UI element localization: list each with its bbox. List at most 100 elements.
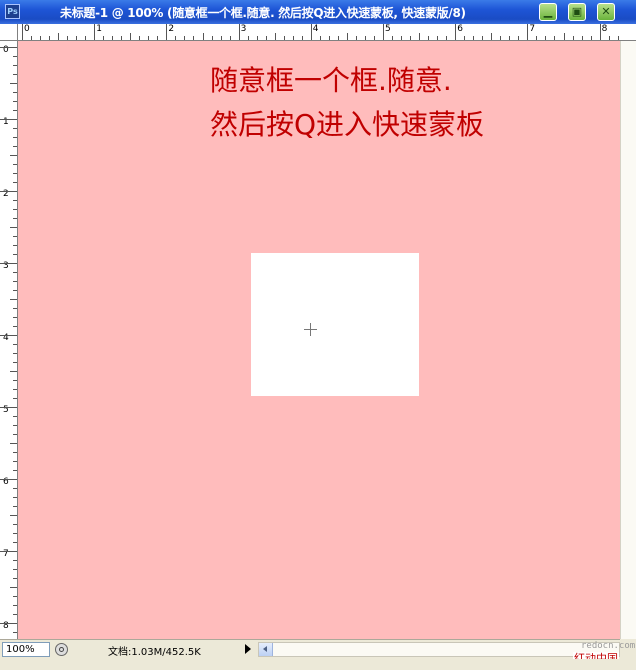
ruler-tick	[13, 128, 17, 129]
ruler-tick	[257, 36, 258, 40]
ruler-tick	[13, 605, 17, 606]
ruler-tick	[166, 24, 167, 40]
document-size-info: 文档:1.03M/452.5K	[108, 647, 201, 658]
ruler-tick	[428, 36, 429, 40]
vertical-scrollbar[interactable]	[620, 41, 636, 639]
ruler-tick	[0, 47, 17, 48]
status-bar: 100% 文档:1.03M/452.5K	[0, 639, 636, 659]
ruler-tick	[356, 36, 357, 40]
ruler-tick	[13, 398, 17, 399]
ruler-tick	[13, 281, 17, 282]
ruler-tick	[13, 542, 17, 543]
ruler-tick	[13, 74, 17, 75]
ruler-tick	[13, 101, 17, 102]
ruler-tick	[284, 36, 285, 40]
minimize-button[interactable]: ▁	[539, 3, 557, 21]
ruler-tick	[13, 452, 17, 453]
title-bar[interactable]: Ps 未标题-1 @ 100% (随意框一个框.随意. 然后按Q进入快速蒙板, …	[0, 0, 636, 24]
ruler-tick	[0, 551, 17, 552]
ruler-tick	[419, 33, 420, 40]
ruler-tick	[13, 236, 17, 237]
scroll-left-button[interactable]	[259, 643, 273, 656]
minimize-icon: ▁	[543, 5, 553, 18]
ruler-label: 1	[96, 24, 102, 34]
ruler-origin-corner[interactable]	[0, 24, 18, 41]
ruler-tick	[157, 36, 158, 40]
horizontal-ruler[interactable]: 0 1 2 3 4 5 6 7 8	[0, 24, 636, 41]
ruler-tick	[329, 36, 330, 40]
ruler-tick	[13, 533, 17, 534]
ruler-tick	[13, 209, 17, 210]
maximize-button[interactable]: ▣	[568, 3, 586, 21]
ruler-tick	[139, 36, 140, 40]
ruler-label: 8	[601, 24, 608, 34]
ruler-tick	[573, 36, 574, 40]
ruler-tick	[536, 36, 537, 40]
ruler-tick	[0, 623, 17, 624]
watermark-domain: redocn.com	[581, 641, 636, 651]
ruler-tick	[13, 632, 17, 633]
ruler-tick	[266, 36, 267, 40]
ruler-tick	[203, 33, 204, 40]
ruler-tick	[365, 36, 366, 40]
ruler-tick	[13, 596, 17, 597]
ruler-tick	[509, 36, 510, 40]
maximize-icon: ▣	[571, 5, 583, 18]
ruler-tick	[0, 335, 17, 336]
ruler-tick	[0, 119, 17, 120]
ruler-tick	[248, 36, 249, 40]
ruler-tick	[473, 36, 474, 40]
ruler-label: 4	[312, 24, 319, 34]
ruler-tick	[10, 83, 17, 84]
ruler-tick	[10, 443, 17, 444]
document-canvas[interactable]: 随意框一个框.随意. 然后按Q进入快速蒙板	[18, 41, 620, 639]
ruler-tick	[13, 56, 17, 57]
ruler-tick	[347, 33, 348, 40]
ruler-tick	[49, 36, 50, 40]
photoshop-app-icon[interactable]: Ps	[5, 4, 20, 19]
ruler-tick	[564, 33, 565, 40]
ruler-tick	[491, 33, 492, 40]
ruler-tick	[374, 36, 375, 40]
ruler-tick	[58, 33, 59, 40]
ruler-tick	[13, 218, 17, 219]
ruler-tick	[13, 389, 17, 390]
ruler-tick	[591, 36, 592, 40]
vertical-ruler[interactable]: 012345678	[0, 41, 18, 639]
ruler-tick	[13, 173, 17, 174]
ruler-tick	[401, 36, 402, 40]
ruler-tick	[13, 182, 17, 183]
ruler-tick	[383, 24, 384, 40]
ruler-tick	[0, 407, 17, 408]
ruler-tick	[582, 36, 583, 40]
ruler-tick	[31, 36, 32, 40]
ruler-tick	[0, 191, 17, 192]
ruler-tick	[437, 36, 438, 40]
ruler-tick	[67, 36, 68, 40]
ruler-tick	[609, 36, 610, 40]
close-button[interactable]: ✕	[597, 3, 615, 21]
document-window: Ps 未标题-1 @ 100% (随意框一个框.随意. 然后按Q进入快速蒙板, …	[0, 0, 636, 670]
ruler-tick	[0, 263, 17, 264]
ruler-tick	[112, 36, 113, 40]
status-menu-arrow-icon[interactable]	[245, 644, 251, 654]
ruler-tick	[13, 137, 17, 138]
ruler-tick	[13, 488, 17, 489]
ruler-tick	[212, 36, 213, 40]
ruler-tick	[10, 587, 17, 588]
ruler-tick	[10, 515, 17, 516]
ruler-tick	[221, 36, 222, 40]
selection-area[interactable]	[251, 253, 419, 396]
ruler-tick	[13, 308, 17, 309]
annotation-line-1: 随意框一个框.随意.	[210, 64, 452, 97]
ruler-tick	[618, 36, 619, 40]
ruler-tick	[13, 344, 17, 345]
horizontal-scrollbar[interactable]	[258, 642, 620, 657]
ruler-tick	[13, 470, 17, 471]
status-info-icon[interactable]	[55, 643, 68, 656]
ruler-tick	[121, 36, 122, 40]
ruler-label: 7	[529, 24, 536, 34]
zoom-level-field[interactable]: 100%	[2, 642, 50, 657]
ruler-tick	[13, 65, 17, 66]
annotation-text: 随意框一个框.随意. 然后按Q进入快速蒙板	[210, 59, 484, 147]
